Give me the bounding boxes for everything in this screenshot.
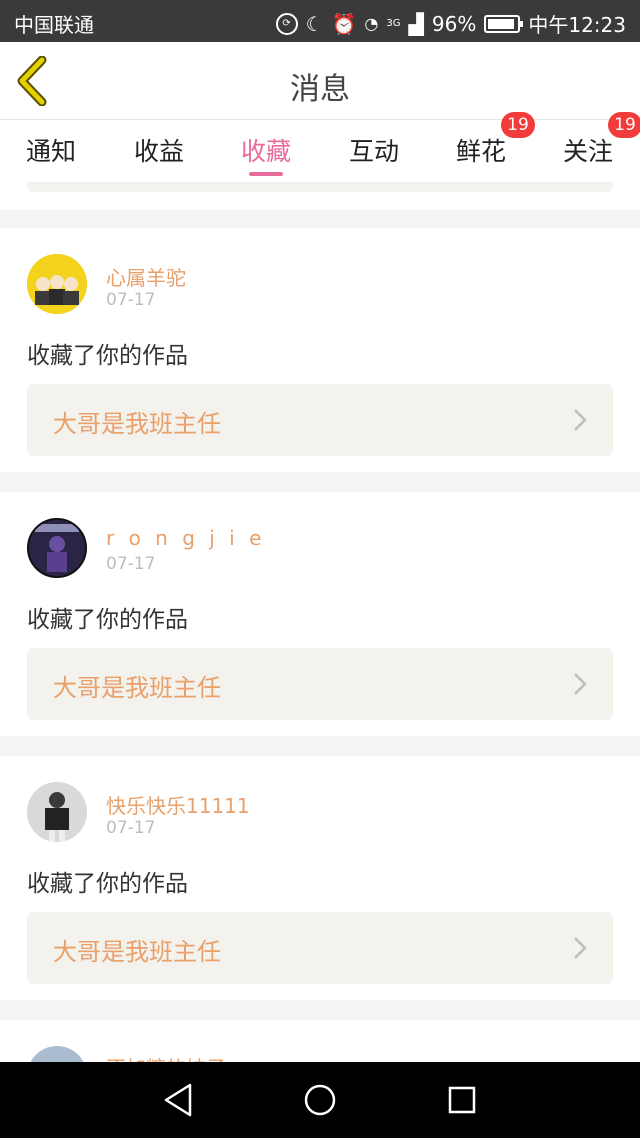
wifi-icon: ◔ (364, 14, 379, 33)
battery-percent: 96% (431, 11, 477, 36)
username[interactable]: r o n g j i e (106, 526, 265, 550)
work-box[interactable] (27, 182, 613, 192)
list-item: r o n g j i e 07-17 收藏了你的作品 大哥是我班主任 (0, 492, 640, 736)
date: 07-17 (106, 290, 156, 310)
avatar[interactable] (27, 1046, 87, 1062)
avatar[interactable] (27, 518, 87, 578)
following-badge: 19 (608, 112, 640, 138)
work-title: 大哥是我班主任 (53, 674, 221, 702)
signal-icon: ▟ (408, 11, 424, 36)
carrier-label: 中国联通 (14, 13, 94, 37)
date: 07-17 (106, 554, 156, 574)
page-title: 消息 (290, 72, 350, 107)
date: 07-17 (106, 818, 156, 838)
tab-interactions[interactable]: 互动 (349, 132, 399, 168)
avatar-image (27, 782, 87, 842)
avatar[interactable] (27, 254, 87, 314)
work-box[interactable]: 大哥是我班主任 (27, 384, 613, 456)
tab-favorites[interactable]: 收藏 (241, 132, 291, 168)
list-item: 快乐快乐11111 07-17 收藏了你的作品 大哥是我班主任 (0, 756, 640, 1000)
username[interactable]: 快乐快乐11111 (106, 790, 250, 819)
data-saver-icon: ⟳ (275, 12, 298, 35)
clock: 中午12:23 (528, 13, 626, 37)
chevron-right-icon (574, 673, 587, 695)
nav-recents-icon[interactable] (447, 1082, 477, 1118)
tab-earnings[interactable]: 收益 (134, 132, 184, 168)
network-type: 3G (386, 18, 401, 29)
username[interactable]: 不加糖的妹子 (106, 1052, 226, 1062)
tab-bar: 通知 收益 收藏 互动 鲜花 关注 (0, 120, 640, 182)
tab-notifications[interactable]: 通知 (26, 132, 76, 168)
battery-icon (484, 14, 524, 33)
moon-icon: ☾ (305, 11, 324, 36)
avatar-image (27, 254, 87, 314)
header: 消息 (0, 42, 640, 120)
action-text: 收藏了你的作品 (27, 871, 188, 897)
active-tab-indicator (249, 172, 283, 176)
flowers-badge: 19 (501, 112, 535, 138)
list-item: 心属羊驼 07-17 收藏了你的作品 大哥是我班主任 (0, 228, 640, 472)
nav-back-icon[interactable] (162, 1082, 194, 1118)
chevron-right-icon (574, 409, 587, 431)
list-item: 不加糖的妹子 (0, 1020, 640, 1062)
work-box[interactable]: 大哥是我班主任 (27, 912, 613, 984)
avatar-image (29, 520, 85, 576)
username[interactable]: 心属羊驼 (106, 262, 186, 291)
alarm-icon: ⏰ (331, 11, 357, 36)
work-title: 大哥是我班主任 (53, 410, 221, 438)
status-bar: 中国联通 ⟳ ☾ ⏰ ◔ 3G ▟ 96% 中午12:23 (0, 0, 640, 42)
action-text: 收藏了你的作品 (27, 607, 188, 633)
action-text: 收藏了你的作品 (27, 343, 188, 369)
message-list: 心属羊驼 07-17 收藏了你的作品 大哥是我班主任 r o n g j i e… (0, 182, 640, 1062)
tab-flowers[interactable]: 鲜花 (456, 132, 506, 168)
chevron-right-icon (574, 937, 587, 959)
tab-following[interactable]: 关注 (563, 132, 613, 168)
status-icons: ⟳ ☾ ⏰ ◔ 3G ▟ 96% 中午12:23 (275, 9, 626, 38)
work-box[interactable]: 大哥是我班主任 (27, 648, 613, 720)
nav-home-icon[interactable] (303, 1082, 337, 1118)
list-item-partial-top (0, 182, 640, 210)
work-title: 大哥是我班主任 (53, 938, 221, 966)
avatar[interactable] (27, 782, 87, 842)
system-nav-bar (0, 1062, 640, 1138)
